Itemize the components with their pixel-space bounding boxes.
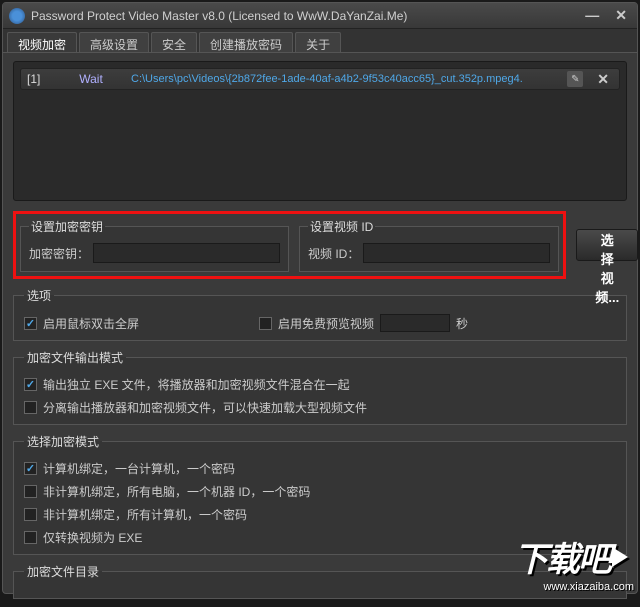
app-icon (9, 8, 25, 24)
output-dir-legend: 加密文件目录 (24, 563, 102, 580)
titlebar-buttons: — ✕ (581, 7, 631, 24)
seconds-label: 秒 (456, 315, 468, 332)
video-id-section: 设置视频 ID 视频 ID： (299, 218, 559, 272)
non-pc-machineid-label: 非计算机绑定，所有电脑，一个机器 ID，一个密码 (43, 483, 310, 500)
output-mode-section: 加密文件输出模式 输出独立 EXE 文件，将播放器和加密视频文件混合在一起 分离… (13, 349, 627, 425)
select-video-button[interactable]: 选择视频... (576, 229, 638, 261)
free-preview-checkbox[interactable] (259, 317, 272, 330)
options-legend: 选项 (24, 287, 54, 304)
non-pc-all-label: 非计算机绑定，所有计算机，一个密码 (43, 506, 247, 523)
encryption-key-legend: 设置加密密钥 (29, 218, 105, 235)
encryption-key-label: 加密密钥： (29, 245, 89, 262)
output-separate-checkbox[interactable] (24, 401, 37, 414)
convert-only-label: 仅转换视频为 EXE (43, 529, 142, 546)
pc-bind-label: 计算机绑定，一台计算机，一个密码 (43, 460, 235, 477)
highlighted-area: 设置加密密钥 加密密钥： 设置视频 ID 视频 ID： (13, 211, 566, 279)
video-id-legend: 设置视频 ID (308, 218, 375, 235)
tab-about[interactable]: 关于 (295, 32, 341, 52)
dblclick-fullscreen-checkbox[interactable] (24, 317, 37, 330)
output-exe-checkbox[interactable] (24, 378, 37, 391)
video-id-input[interactable] (363, 243, 550, 263)
action-buttons: 选择视频... 加密 (576, 211, 640, 279)
encryption-key-section: 设置加密密钥 加密密钥： (20, 218, 289, 272)
tab-create-password[interactable]: 创建播放密码 (199, 32, 293, 52)
settings-row: 设置加密密钥 加密密钥： 设置视频 ID 视频 ID： 选择视频... 加密 (13, 211, 627, 279)
output-dir-section: 加密文件目录 (13, 563, 627, 599)
file-path: C:\Users\pc\Videos\{2b872fee-1ade-40af-a… (131, 73, 557, 85)
pc-bind-checkbox[interactable] (24, 462, 37, 475)
free-preview-label: 启用免费预览视频 (278, 315, 374, 332)
tab-video-encrypt[interactable]: 视频加密 (7, 32, 77, 52)
titlebar[interactable]: Password Protect Video Master v8.0 (Lice… (3, 3, 637, 29)
file-row[interactable]: [1] Wait C:\Users\pc\Videos\{2b872fee-1a… (20, 68, 620, 90)
non-pc-all-checkbox[interactable] (24, 508, 37, 521)
output-mode-legend: 加密文件输出模式 (24, 349, 126, 366)
file-list-panel: [1] Wait C:\Users\pc\Videos\{2b872fee-1a… (13, 61, 627, 201)
minimize-button[interactable]: — (581, 7, 603, 24)
encrypt-mode-section: 选择加密模式 计算机绑定，一台计算机，一个密码 非计算机绑定，所有电脑，一个机器… (13, 433, 627, 555)
edit-icon[interactable]: ✎ (567, 71, 583, 87)
tab-bar: 视频加密 高级设置 安全 创建播放密码 关于 (3, 29, 637, 53)
non-pc-machineid-checkbox[interactable] (24, 485, 37, 498)
tab-advanced[interactable]: 高级设置 (79, 32, 149, 52)
app-window: Password Protect Video Master v8.0 (Lice… (2, 2, 638, 594)
video-id-label: 视频 ID： (308, 245, 359, 262)
dblclick-fullscreen-label: 启用鼠标双击全屏 (43, 315, 139, 332)
file-index: [1] (27, 72, 51, 86)
output-exe-label: 输出独立 EXE 文件，将播放器和加密视频文件混合在一起 (43, 376, 350, 393)
window-title: Password Protect Video Master v8.0 (Lice… (31, 9, 581, 23)
preview-seconds-input[interactable] (380, 314, 450, 332)
options-section: 选项 启用鼠标双击全屏 启用免费预览视频 秒 (13, 287, 627, 341)
encrypt-mode-legend: 选择加密模式 (24, 433, 102, 450)
content-area: [1] Wait C:\Users\pc\Videos\{2b872fee-1a… (3, 53, 637, 607)
tab-security[interactable]: 安全 (151, 32, 197, 52)
remove-file-button[interactable]: ✕ (593, 71, 613, 88)
output-separate-label: 分离输出播放器和加密视频文件，可以快速加载大型视频文件 (43, 399, 367, 416)
encryption-key-input[interactable] (93, 243, 280, 263)
close-button[interactable]: ✕ (611, 7, 631, 24)
convert-only-checkbox[interactable] (24, 531, 37, 544)
file-status: Wait (61, 72, 121, 86)
